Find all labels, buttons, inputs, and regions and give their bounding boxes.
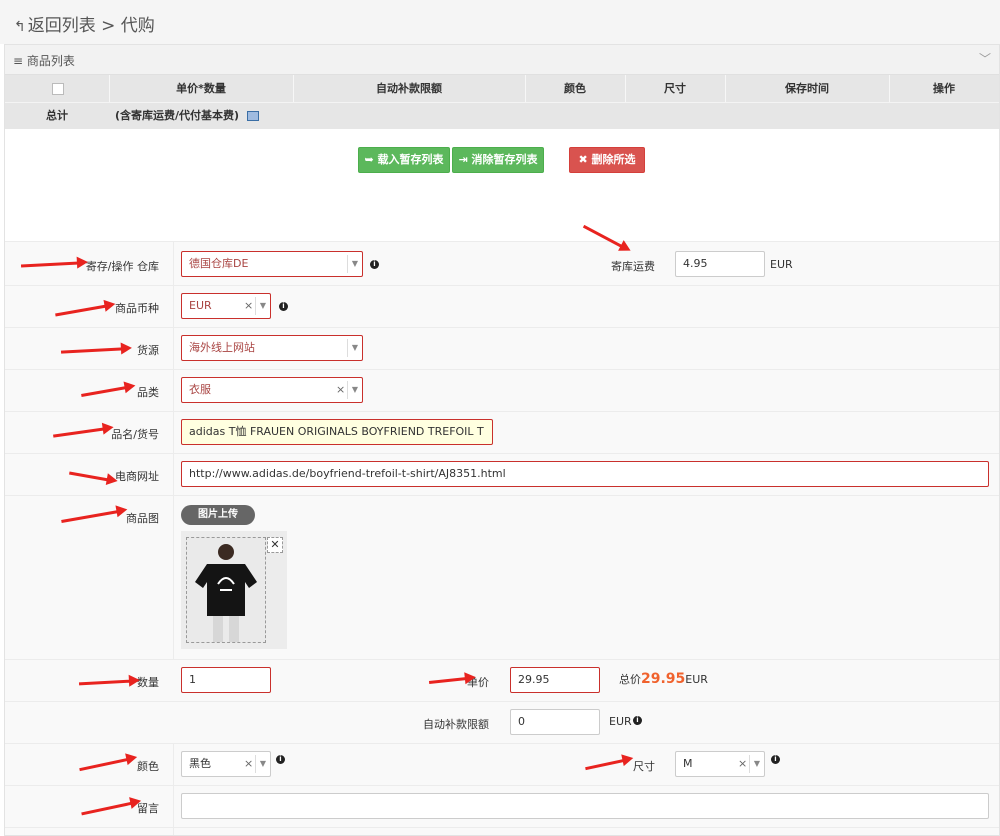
- load-saved-list-button[interactable]: ➥ 载入暂存列表: [358, 147, 450, 173]
- menu-icon: ≡: [13, 54, 24, 68]
- breadcrumb-separator: >: [101, 16, 116, 36]
- close-icon: ✖: [578, 153, 588, 166]
- url-label: 电商网址: [115, 470, 159, 483]
- chevron-down-icon[interactable]: ﹀: [979, 50, 991, 67]
- auto-limit-unit: EUR: [609, 715, 632, 728]
- total-price: 总价29.95EUR: [619, 671, 708, 687]
- chevron-down-icon: ▼: [749, 755, 764, 773]
- back-link[interactable]: ↰ 返回列表 > 代购: [14, 11, 155, 36]
- column-header: 自动补款限额: [376, 82, 442, 95]
- source-select[interactable]: 海外线上网站 ▼: [181, 335, 363, 361]
- info-icon[interactable]: i: [279, 302, 288, 311]
- order-form: [5, 241, 999, 835]
- column-header: 保存时间: [785, 82, 829, 95]
- size-select[interactable]: M × ▼: [675, 751, 765, 777]
- shipping-fee-label: 寄库运费: [611, 260, 655, 273]
- column-header: 操作: [933, 82, 955, 95]
- unit-price-input[interactable]: 29.95: [510, 667, 600, 693]
- color-select[interactable]: 黑色 × ▼: [181, 751, 271, 777]
- clear-saved-list-button[interactable]: ⇥ 消除暂存列表: [452, 147, 544, 173]
- info-icon[interactable]: i: [276, 755, 285, 764]
- product-panel: ≡ 商品列表 ﹀ 单价*数量 自动补款限额 颜色 尺寸 保存时间 操作 总计 (…: [4, 44, 1000, 836]
- clear-icon[interactable]: ×: [244, 752, 253, 776]
- clear-icon[interactable]: ×: [244, 294, 253, 318]
- column-header: 尺寸: [664, 82, 686, 95]
- info-icon[interactable]: i: [633, 716, 642, 725]
- image-upload-button[interactable]: 图片上传: [181, 505, 255, 525]
- image-preview: ✕: [181, 531, 287, 649]
- remove-image-icon[interactable]: ✕: [267, 537, 283, 553]
- panel-header[interactable]: ≡ 商品列表 ﹀: [5, 45, 999, 75]
- back-label: 返回列表: [27, 16, 96, 36]
- chevron-down-icon: ▼: [347, 255, 362, 273]
- panel-title: ≡ 商品列表: [13, 54, 75, 68]
- chevron-down-icon: ▼: [347, 381, 362, 399]
- size-label: 尺寸: [633, 760, 655, 773]
- auto-limit-input[interactable]: 0: [510, 709, 600, 735]
- total-note: (含寄库运费/代付基本费): [115, 102, 260, 129]
- info-icon[interactable]: i: [370, 260, 379, 269]
- delete-selected-button[interactable]: ✖ 删除所选: [569, 147, 645, 173]
- chevron-down-icon: ▼: [255, 297, 270, 315]
- message-textarea[interactable]: [181, 793, 989, 819]
- column-header: 单价*数量: [176, 82, 226, 95]
- import-icon: ➥: [364, 153, 374, 166]
- warehouse-select[interactable]: 德国仓库DE ▼: [181, 251, 363, 277]
- currency-select[interactable]: EUR × ▼: [181, 293, 271, 319]
- export-icon: ⇥: [458, 153, 468, 166]
- category-select[interactable]: 衣服 × ▼: [181, 377, 363, 403]
- product-name-input[interactable]: adidas T恤 FRAUEN ORIGINALS BOYFRIEND TRE…: [181, 419, 493, 445]
- url-input[interactable]: http://www.adidas.de/boyfriend-trefoil-t…: [181, 461, 989, 487]
- tshirt-photo: [187, 538, 265, 642]
- info-icon[interactable]: i: [771, 755, 780, 764]
- shipping-fee-input[interactable]: 4.95: [675, 251, 765, 277]
- auto-limit-label: 自动补款限额: [423, 718, 489, 731]
- chevron-down-icon: ▼: [347, 339, 362, 357]
- quantity-input[interactable]: 1: [181, 667, 271, 693]
- table-icon[interactable]: [247, 111, 260, 121]
- currency-unit: EUR: [770, 258, 793, 271]
- warehouse-label: 寄存/操作 仓库: [85, 260, 159, 273]
- clear-icon[interactable]: ×: [738, 752, 747, 776]
- column-header: 颜色: [564, 82, 586, 95]
- product-table: 单价*数量 自动补款限额 颜色 尺寸 保存时间 操作 总计 (含寄库运费/代付基…: [5, 75, 999, 129]
- chevron-down-icon: ▼: [255, 755, 270, 773]
- reply-arrow-icon: ↰: [14, 19, 26, 35]
- page-title: 代购: [120, 16, 155, 36]
- top-bar: ↰ 返回列表 > 代购: [0, 0, 1000, 44]
- clear-icon[interactable]: ×: [336, 378, 345, 402]
- total-label: 总计: [46, 109, 68, 122]
- product-thumbnail[interactable]: [186, 537, 266, 643]
- select-all-checkbox[interactable]: [52, 83, 64, 95]
